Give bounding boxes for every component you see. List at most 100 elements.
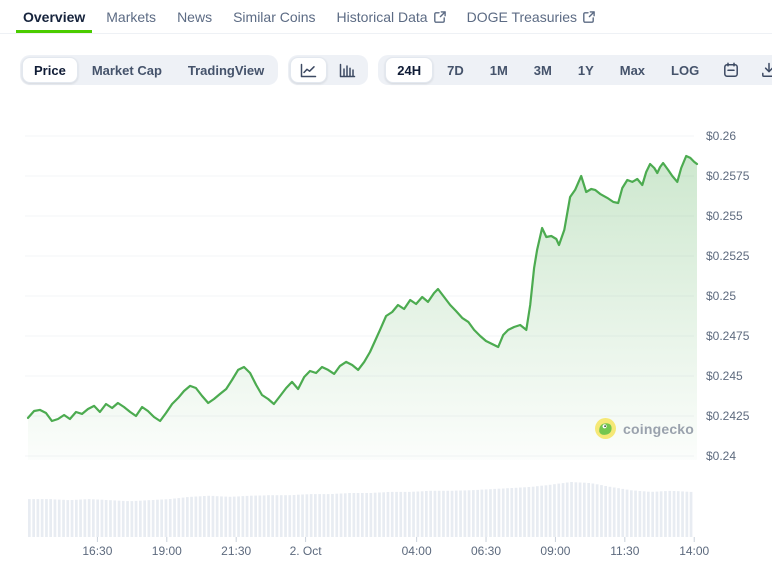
volume-bar <box>604 486 607 537</box>
volume-bar <box>267 495 270 537</box>
volume-bar <box>425 491 428 537</box>
volume-bar <box>96 500 99 538</box>
volume-bar <box>135 501 138 537</box>
x-axis-label: 21:30 <box>221 544 251 558</box>
volume-bar <box>131 501 134 537</box>
tab-historical-data[interactable]: Historical Data <box>330 0 453 33</box>
tradingview-toggle-button[interactable]: TradingView <box>176 57 276 83</box>
volume-bar <box>224 497 227 537</box>
volume-bar <box>609 487 612 537</box>
volume-bar <box>293 495 296 537</box>
volume-bar <box>177 498 180 537</box>
volume-bar <box>203 496 206 537</box>
tab-markets[interactable]: Markets <box>99 0 163 33</box>
line-chart-type-button[interactable] <box>290 57 327 83</box>
volume-bar <box>195 497 198 538</box>
candlestick-chart-type-button[interactable] <box>329 57 366 83</box>
volume-bar <box>468 490 471 537</box>
volume-bar <box>476 490 479 537</box>
volume-bar <box>621 489 624 537</box>
volume-bar <box>626 490 629 537</box>
volume-bar <box>639 491 642 537</box>
range-1y-button[interactable]: 1Y <box>566 57 606 83</box>
price-chart-canvas[interactable]: $0.26$0.2575$0.255$0.2525$0.25$0.2475$0.… <box>0 85 772 576</box>
volume-bar <box>613 488 616 538</box>
volume-bar <box>101 500 104 537</box>
volume-bar <box>182 498 185 537</box>
volume-bar <box>630 490 633 537</box>
range-24h-button[interactable]: 24H <box>385 57 433 83</box>
volume-bar <box>502 489 505 538</box>
y-axis-label: $0.2475 <box>706 329 750 343</box>
price-toggle-button[interactable]: Price <box>22 57 78 83</box>
tab-news[interactable]: News <box>170 0 219 33</box>
volume-bar <box>271 495 274 537</box>
range-7d-button[interactable]: 7D <box>435 57 476 83</box>
volume-bar <box>489 489 492 537</box>
volume-bar <box>254 496 257 537</box>
tab-doge-treasuries[interactable]: DOGE Treasuries <box>460 0 602 33</box>
tab-news-label: News <box>177 9 212 25</box>
volume-bar <box>122 501 125 537</box>
volume-bar <box>49 499 52 537</box>
range-3m-button[interactable]: 3M <box>522 57 564 83</box>
volume-bar <box>536 486 539 537</box>
volume-bar <box>66 500 69 537</box>
x-axis-label: 06:30 <box>471 544 501 558</box>
volume-bar <box>421 491 424 537</box>
volume-bar <box>446 491 449 537</box>
volume-bar <box>382 492 385 537</box>
tab-similar-coins-label: Similar Coins <box>233 9 315 25</box>
volume-bar <box>340 494 343 538</box>
tab-overview[interactable]: Overview <box>16 0 92 33</box>
volume-bar <box>528 487 531 537</box>
volume-bar <box>160 500 163 538</box>
volume-bar <box>143 500 146 537</box>
volume-bar <box>237 496 240 537</box>
volume-bar <box>310 494 313 537</box>
volume-bar <box>28 499 31 537</box>
price-area-fill <box>28 156 697 460</box>
volume-bar <box>301 495 304 538</box>
volume-bar <box>566 483 569 538</box>
volume-bar <box>370 493 373 537</box>
volume-bar <box>429 491 432 537</box>
chart-type-group <box>288 55 368 85</box>
volume-bar <box>681 491 684 537</box>
download-chart-button[interactable] <box>751 57 772 83</box>
volume-bar <box>58 500 61 537</box>
volume-bar <box>45 499 48 537</box>
volume-bar <box>391 492 394 537</box>
date-range-picker-button[interactable] <box>713 57 749 83</box>
market-cap-toggle-button[interactable]: Market Cap <box>80 57 174 83</box>
volume-bar <box>229 497 232 537</box>
coingecko-coin-page: Overview Markets News Similar Coins Hist… <box>0 0 772 575</box>
volume-bar <box>570 482 573 537</box>
volume-bar <box>404 492 407 537</box>
volume-bar <box>365 493 368 537</box>
volume-bar <box>75 500 78 537</box>
volume-bar <box>498 489 501 537</box>
volume-bar <box>668 491 671 537</box>
volume-bar <box>506 488 509 537</box>
range-max-button[interactable]: Max <box>608 57 657 83</box>
y-axis-label: $0.2425 <box>706 409 750 423</box>
volume-bar <box>105 500 108 537</box>
x-axis-label: 09:00 <box>540 544 570 558</box>
range-selector-group: 24H 7D 1M 3M 1Y Max LOG <box>378 55 772 85</box>
volume-bar <box>207 496 210 537</box>
log-scale-button[interactable]: LOG <box>659 57 711 83</box>
volume-bar <box>549 485 552 537</box>
volume-bar <box>399 492 402 537</box>
volume-bar <box>276 495 279 537</box>
y-axis-label: $0.2525 <box>706 249 750 263</box>
tab-similar-coins[interactable]: Similar Coins <box>226 0 322 33</box>
y-axis-label: $0.26 <box>706 129 736 143</box>
volume-bar <box>314 494 317 537</box>
volume-bar <box>532 487 535 537</box>
y-axis-label: $0.255 <box>706 209 743 223</box>
volume-bar <box>199 496 202 537</box>
volume-bar <box>596 484 599 537</box>
range-1m-button[interactable]: 1M <box>478 57 520 83</box>
candlestick-chart-icon <box>339 63 356 78</box>
